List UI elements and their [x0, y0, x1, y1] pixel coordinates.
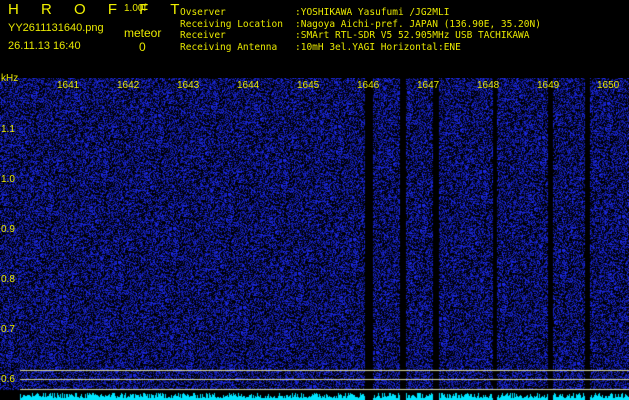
x-tick-1643: 1643 [177, 80, 200, 91]
antenna-label: Receiving Antenna [180, 41, 278, 53]
location-value: :Nagoya Aichi-pref. JAPAN (136.90E, 35.2… [295, 18, 541, 30]
x-tick-1649: 1649 [537, 80, 560, 91]
y-tick-1-1: 1.1 [1, 124, 15, 135]
y-tick-1-0: 1.0 [1, 174, 15, 185]
station-info-labels: Ovserver Receiving Location Receiver Rec… [180, 7, 283, 53]
timestamp: 26.11.13 16:40 [8, 40, 81, 52]
y-axis-unit: kHz [1, 73, 19, 84]
y-tick-0-6: 0.6 [1, 374, 15, 385]
station-info-values: :YOSHIKAWA Yasufumi /JG2MLI :Nagoya Aich… [295, 7, 541, 53]
x-tick-1648: 1648 [477, 80, 500, 91]
x-tick-1645: 1645 [297, 80, 320, 91]
x-tick-1646: 1646 [357, 80, 380, 91]
location-label: Receiving Location [180, 18, 283, 30]
antenna-value: :10mH 3el.YAGI Horizontal:ENE [295, 41, 461, 53]
meteor-label: meteor [124, 26, 162, 40]
y-tick-0-8: 0.8 [1, 274, 15, 285]
receiver-label: Receiver [180, 30, 226, 41]
x-tick-1647: 1647 [417, 80, 440, 91]
image-filename: YY2611131640.png [8, 22, 104, 34]
x-tick-1641: 1641 [57, 80, 80, 91]
x-tick-1642: 1642 [117, 80, 140, 91]
x-tick-1650: 1650 [597, 80, 620, 91]
x-tick-1644: 1644 [237, 80, 260, 91]
receiver-value: :SMArt RTL-SDR V5 52.905MHz USB TACHIKAW… [295, 30, 530, 41]
app-title: H R O F F T [8, 1, 189, 18]
spectrogram [0, 78, 629, 400]
app-version: 1.00f [124, 3, 147, 14]
observer-value: :YOSHIKAWA Yasufumi /JG2MLI [295, 7, 450, 18]
y-tick-0-9: 0.9 [1, 224, 15, 235]
y-tick-0-7: 0.7 [1, 324, 15, 335]
observer-label: Ovserver [180, 7, 226, 18]
meteor-count: 0 [139, 40, 146, 54]
